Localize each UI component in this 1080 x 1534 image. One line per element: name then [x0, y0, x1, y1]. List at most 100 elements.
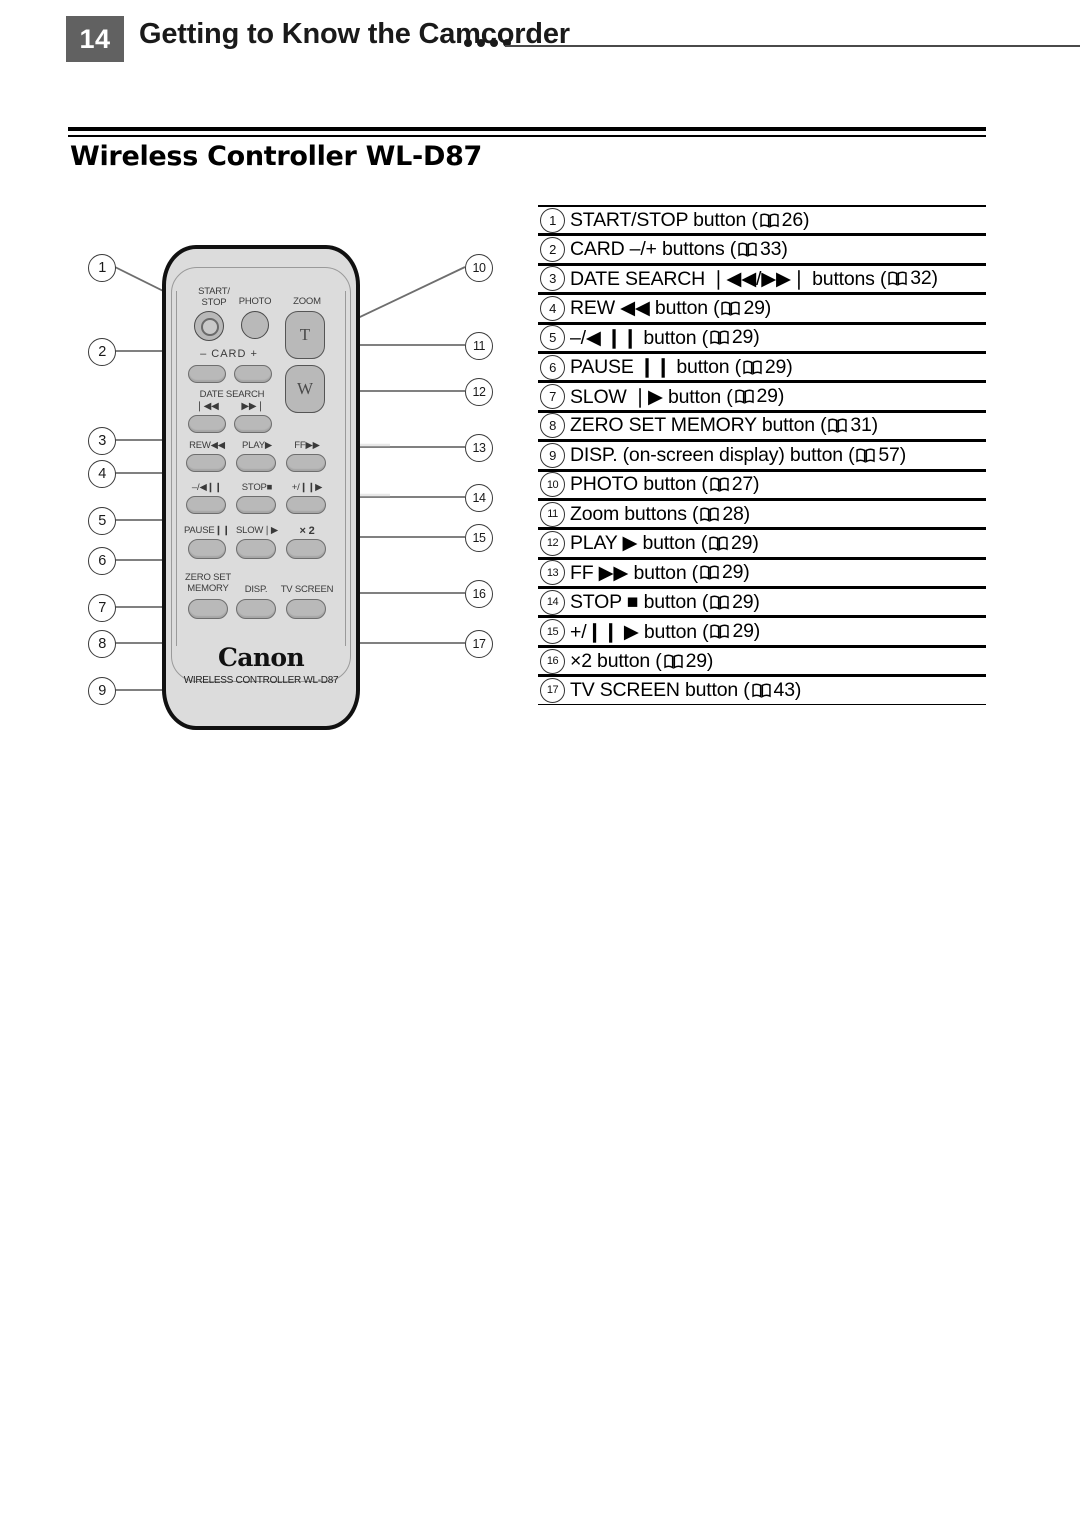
date-search-prev-button[interactable]	[188, 415, 226, 433]
zoom-w-button[interactable]: W	[285, 365, 325, 413]
legend-label-text: DISP. (on-screen display) button (	[570, 443, 855, 466]
legend-callout-number: 7	[540, 384, 565, 410]
legend-row: 17 TV SCREEN button ( 43)	[538, 675, 986, 705]
zero-set-memory-button[interactable]	[188, 599, 228, 619]
card-minus-button[interactable]	[188, 365, 226, 383]
legend-row: 16 ×2 button (29)	[538, 645, 986, 676]
section-title: Wireless Controller WL-D87	[70, 141, 483, 172]
page-reference-book-icon	[663, 654, 683, 669]
legend-page-number: 57)	[878, 443, 906, 466]
legend-row: 12 PLAY ▶ button (29)	[538, 528, 986, 558]
callout-14: 14	[465, 484, 493, 512]
callout-11: 11	[465, 332, 493, 360]
minus-frame-button[interactable]	[186, 496, 226, 514]
page-reference-book-icon	[751, 683, 771, 698]
legend-label: STOP ■ button (29)	[570, 591, 760, 614]
tv-screen-button[interactable]	[286, 599, 326, 619]
legend-label: DISP. (on-screen display) button ( 57)	[570, 444, 906, 467]
legend-page-number: 29)	[731, 326, 760, 349]
callout-7: 7	[88, 594, 116, 622]
legend-label: ZERO SET MEMORY button ( 31)	[570, 414, 878, 437]
legend-page-number: 29)	[721, 561, 750, 584]
page-header: 14 Getting to Know the Camcorder	[0, 0, 1080, 100]
legend-label-text: SLOW ❘▶ button (	[570, 385, 733, 408]
x2-label: × 2	[299, 525, 315, 537]
ff-button[interactable]	[286, 454, 326, 472]
legend-label-text: Zoom buttons (	[570, 502, 699, 525]
legend-label: CARD –/+ buttons (33)	[570, 238, 788, 261]
pause-button[interactable]	[188, 539, 226, 559]
section-rule-bottom	[68, 135, 986, 137]
header-rule	[505, 45, 1080, 47]
legend-label: FF ▶▶ button (29)	[570, 561, 750, 585]
legend-page-number: 31)	[850, 414, 878, 437]
legend-page-number: 29)	[731, 531, 759, 554]
legend-label-text: ZERO SET MEMORY button (	[570, 414, 827, 437]
date-search-next-glyph: ▶▶❘	[241, 401, 265, 412]
legend-page-number: 33)	[760, 238, 788, 261]
card-minus-sign: –	[200, 348, 208, 360]
legend-callout-number: 2	[540, 237, 565, 263]
disp-label: DISP.	[244, 584, 268, 595]
x2-button[interactable]	[286, 539, 326, 559]
page-reference-book-icon	[759, 213, 779, 228]
callout-5: 5	[88, 507, 116, 535]
date-search-prev-glyph: ❘◀◀	[195, 401, 219, 412]
rew-button[interactable]	[186, 454, 226, 472]
legend-page-number: 29)	[743, 296, 772, 319]
legend-callout-number: 8	[540, 413, 565, 439]
section-rule-top	[68, 127, 986, 131]
card-label: – CARD +	[184, 349, 274, 360]
photo-button[interactable]	[241, 311, 269, 339]
legend-label: Zoom buttons (28)	[570, 503, 750, 526]
legend-row: 5 –/◀ ❙❙ button (29)	[538, 322, 986, 352]
page-reference-book-icon	[710, 595, 729, 610]
legend-page-number: 43)	[773, 678, 802, 701]
legend-callout-number: 3	[540, 266, 565, 292]
legend-page-number: 29)	[764, 355, 793, 378]
page-reference-book-icon	[738, 242, 757, 257]
zoom-t-button[interactable]: T	[285, 311, 325, 359]
legend-row: 11 Zoom buttons (28)	[538, 498, 986, 529]
header-dot	[490, 39, 498, 47]
remote-side-line-right	[345, 291, 347, 646]
start-stop-button[interactable]	[194, 311, 224, 341]
date-search-next-button[interactable]	[234, 415, 272, 433]
card-text: CARD	[211, 348, 247, 360]
zero-set-memory-label: ZERO SET MEMORY	[185, 572, 231, 594]
page-number-badge: 14	[66, 16, 124, 62]
legend-row: 8 ZERO SET MEMORY button ( 31)	[538, 410, 986, 441]
header-dots-decoration	[464, 39, 511, 47]
slow-button[interactable]	[236, 539, 276, 559]
callout-6: 6	[88, 547, 116, 575]
disp-button[interactable]	[236, 599, 276, 619]
callout-10: 10	[465, 254, 493, 282]
legend-callout-number: 16	[540, 648, 565, 674]
page-reference-book-icon	[700, 565, 719, 581]
legend-callout-number: 17	[540, 677, 565, 703]
legend-row: 1 START/STOP button (26)	[538, 205, 986, 235]
card-plus-button[interactable]	[234, 365, 272, 383]
rew-label: REW◀◀	[189, 440, 225, 451]
legend-page-number: 29)	[685, 649, 714, 672]
legend-label-text: DATE SEARCH ❘◀◀/▶▶❘ buttons (	[570, 267, 887, 290]
remote-model-text: WIRELESS CONTROLLER WL-D87	[183, 675, 339, 686]
page-reference-book-icon	[888, 271, 907, 287]
photo-label: PHOTO	[238, 296, 272, 307]
page-reference-book-icon	[743, 360, 762, 375]
legend-label-text: REW ◀◀ button (	[570, 297, 720, 320]
legend-callout-number: 12	[540, 530, 565, 556]
legend-callout-number: 10	[540, 472, 565, 498]
play-button[interactable]	[236, 454, 276, 472]
stop-button[interactable]	[236, 496, 276, 514]
zoom-t-glyph: T	[299, 325, 311, 344]
page-reference-book-icon	[709, 536, 728, 551]
legend-row: 9 DISP. (on-screen display) button (57)	[538, 440, 986, 470]
legend-label-text: –/◀ ❙❙ button (	[570, 326, 708, 349]
legend-row: 7 SLOW ❘▶ button ( 29)	[538, 381, 986, 411]
legend-page-number: 29)	[756, 385, 785, 408]
legend-row: 15 +/❙❙ ▶ button (29)	[538, 616, 986, 646]
legend-label-text: TV SCREEN button (	[570, 678, 750, 701]
page-reference-book-icon	[700, 507, 720, 522]
plus-frame-button[interactable]	[286, 496, 326, 514]
